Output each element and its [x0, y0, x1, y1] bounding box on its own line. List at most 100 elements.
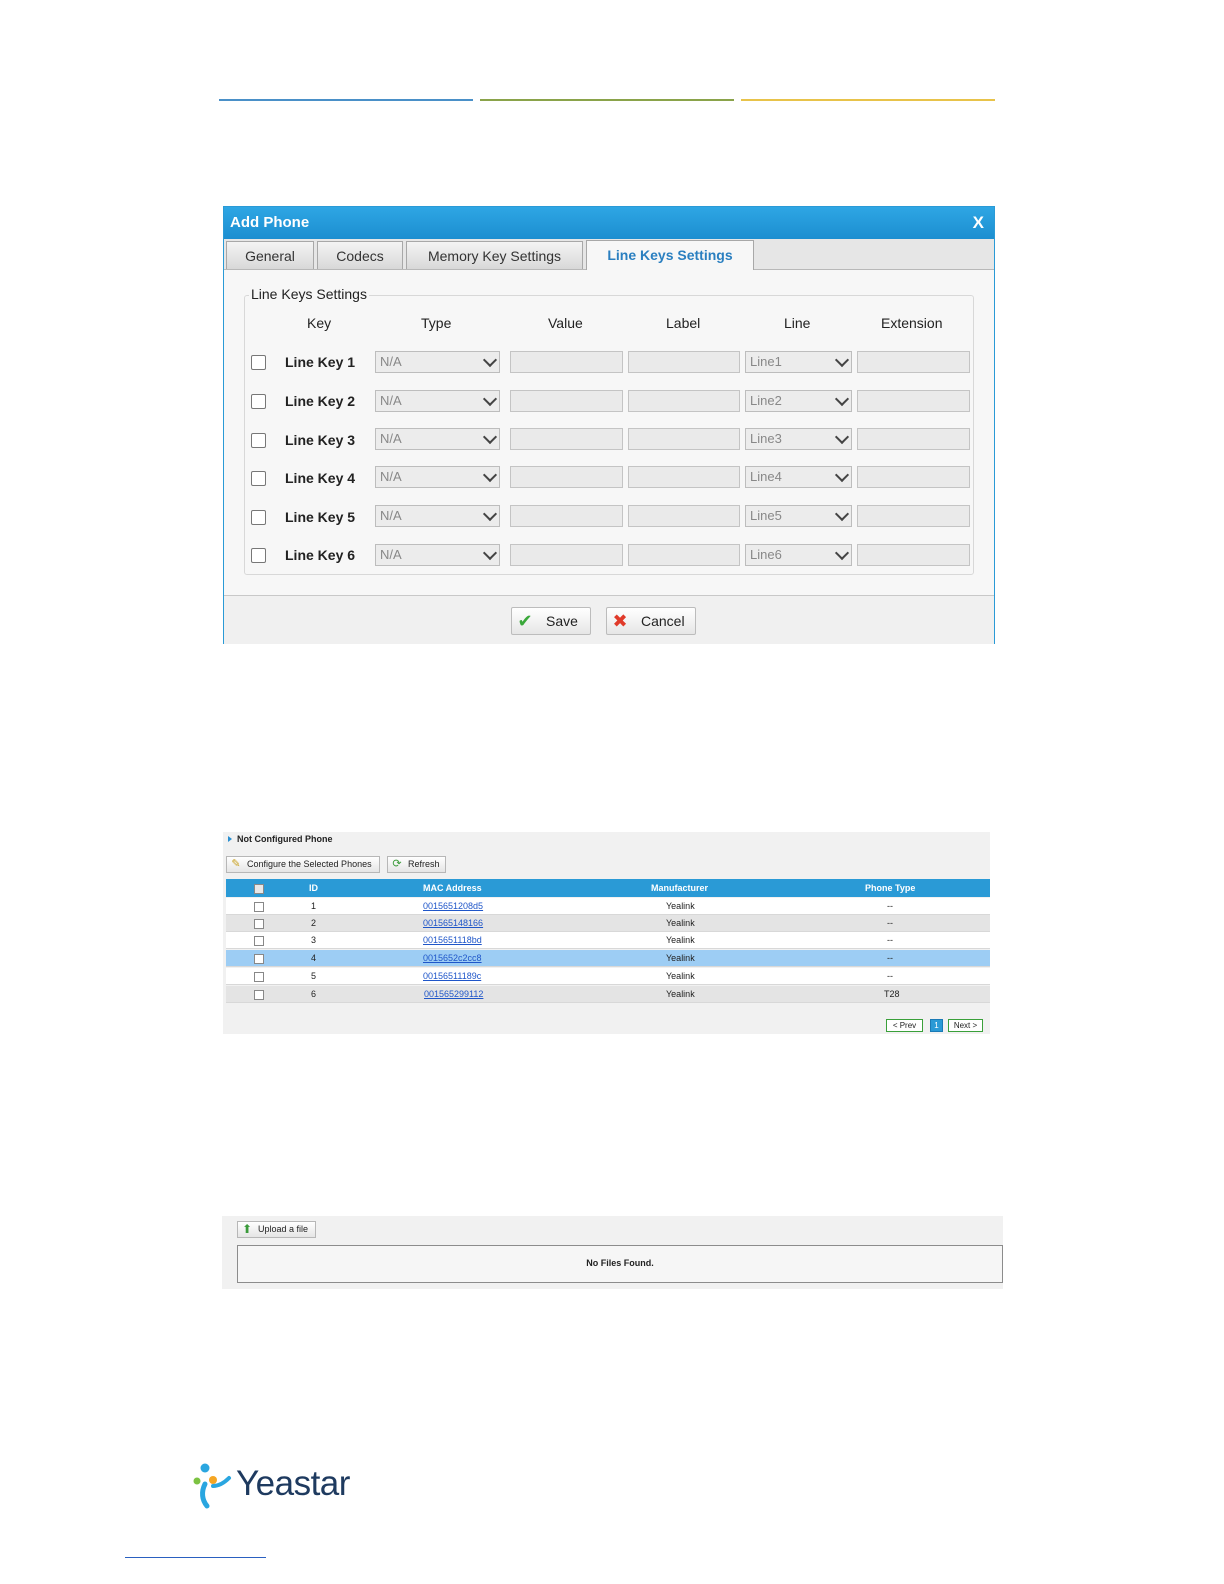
chevron-down-icon — [834, 429, 850, 445]
line-key-6-line-select[interactable]: Line6 — [745, 544, 852, 566]
line-key-4-extension-input[interactable] — [857, 466, 970, 488]
row-checkbox[interactable] — [254, 954, 264, 964]
line-key-1-line-select[interactable]: Line1 — [745, 351, 852, 373]
save-button[interactable]: ✔ Save — [511, 607, 591, 635]
line-key-3-type-select[interactable]: N/A — [375, 428, 500, 450]
expand-arrow-icon[interactable] — [228, 836, 232, 842]
line-key-2-line-select[interactable]: Line2 — [745, 390, 852, 412]
line-key-5-type-select[interactable]: N/A — [375, 505, 500, 527]
cell-mac-link[interactable]: 0015651208d5 — [423, 901, 483, 911]
header-rule-green — [480, 99, 734, 101]
cell-phone-type: -- — [887, 918, 893, 928]
tab-codecs[interactable]: Codecs — [317, 241, 403, 269]
tab-general[interactable]: General — [226, 241, 314, 269]
close-icon[interactable]: X — [973, 207, 984, 239]
row-checkbox[interactable] — [254, 919, 264, 929]
line-key-5-value-input[interactable] — [510, 505, 623, 527]
cell-manufacturer: Yealink — [666, 935, 695, 945]
line-key-4-checkbox[interactable] — [251, 471, 266, 486]
table-row-selected[interactable]: 4 0015652c2cc8 Yealink -- — [226, 950, 990, 967]
line-key-3-extension-input[interactable] — [857, 428, 970, 450]
line-select-value: Line2 — [750, 393, 782, 408]
cell-mac-link[interactable]: 00156511189c — [423, 971, 481, 981]
line-key-1-label-input[interactable] — [628, 351, 740, 373]
table-row[interactable]: 6 001565299112 Yealink T28 — [226, 986, 990, 1003]
line-key-1-type-select[interactable]: N/A — [375, 351, 500, 373]
line-key-1-checkbox[interactable] — [251, 355, 266, 370]
cancel-button[interactable]: ✖ Cancel — [606, 607, 696, 635]
line-key-5-checkbox[interactable] — [251, 510, 266, 525]
line-key-3-label-input[interactable] — [628, 428, 740, 450]
header-rule-yellow — [741, 99, 995, 101]
row-checkbox[interactable] — [254, 902, 264, 912]
line-key-2-type-select[interactable]: N/A — [375, 390, 500, 412]
line-key-6-extension-input[interactable] — [857, 544, 970, 566]
line-key-6-type-select[interactable]: N/A — [375, 544, 500, 566]
line-key-6-checkbox[interactable] — [251, 548, 266, 563]
table-row[interactable]: 1 0015651208d5 Yealink -- — [226, 898, 990, 915]
tab-line-keys-settings[interactable]: Line Keys Settings — [586, 240, 754, 270]
line-select-value: Line3 — [750, 431, 782, 446]
next-page-button[interactable]: Next > — [948, 1019, 983, 1032]
line-key-3-checkbox[interactable] — [251, 433, 266, 448]
table-row[interactable]: 2 001565148166 Yealink -- — [226, 915, 990, 932]
line-key-2-value-input[interactable] — [510, 390, 623, 412]
chevron-down-icon — [482, 352, 498, 368]
table-row[interactable]: 5 00156511189c Yealink -- — [226, 968, 990, 985]
type-select-value: N/A — [380, 393, 402, 408]
refresh-label: Refresh — [408, 859, 440, 869]
tab-memory-key-settings[interactable]: Memory Key Settings — [406, 241, 583, 269]
chevron-down-icon — [834, 467, 850, 483]
column-header-label: Label — [666, 315, 701, 331]
chevron-down-icon — [482, 391, 498, 407]
row-checkbox[interactable] — [254, 936, 264, 946]
column-header-type: Type — [421, 315, 452, 331]
cell-mac-link[interactable]: 001565299112 — [424, 989, 483, 999]
pencil-icon: ✎ — [231, 858, 241, 870]
line-key-2-extension-input[interactable] — [857, 390, 970, 412]
save-label: Save — [546, 613, 578, 629]
line-key-5-line-select[interactable]: Line5 — [745, 505, 852, 527]
line-key-3-value-input[interactable] — [510, 428, 623, 450]
chevron-down-icon — [834, 352, 850, 368]
line-key-6-label-input[interactable] — [628, 544, 740, 566]
line-key-4-line-select[interactable]: Line4 — [745, 466, 852, 488]
line-key-6-value-input[interactable] — [510, 544, 623, 566]
footer-rule — [125, 1557, 266, 1558]
column-header-manufacturer: Manufacturer — [651, 883, 709, 893]
line-key-4-label-input[interactable] — [628, 466, 740, 488]
line-key-4-type-select[interactable]: N/A — [375, 466, 500, 488]
panel-title: Not Configured Phone — [237, 834, 333, 844]
page-1-button[interactable]: 1 — [930, 1019, 943, 1032]
line-key-2-checkbox[interactable] — [251, 394, 266, 409]
column-header-key: Key — [307, 315, 332, 331]
line-key-1-value-input[interactable] — [510, 351, 623, 373]
line-select-value: Line1 — [750, 354, 782, 369]
line-key-5-label-input[interactable] — [628, 505, 740, 527]
prev-page-button[interactable]: < Prev — [886, 1019, 923, 1032]
yeastar-logo-text: Yeastar — [236, 1464, 350, 1503]
line-key-2-label-input[interactable] — [628, 390, 740, 412]
chevron-down-icon — [834, 391, 850, 407]
cell-mac-link[interactable]: 001565148166 — [423, 918, 483, 928]
column-header-value: Value — [548, 315, 583, 331]
files-list-box: No Files Found. — [237, 1245, 1003, 1283]
cell-id: 1 — [311, 901, 317, 911]
cell-mac-link[interactable]: 0015651118bd — [423, 935, 482, 945]
upload-file-button[interactable]: ⬆ Upload a file — [237, 1221, 316, 1238]
line-key-3-line-select[interactable]: Line3 — [745, 428, 852, 450]
line-select-value: Line6 — [750, 547, 782, 562]
row-checkbox[interactable] — [254, 972, 264, 982]
select-all-checkbox[interactable] — [254, 884, 264, 894]
table-row[interactable]: 3 0015651118bd Yealink -- — [226, 932, 990, 949]
cancel-label: Cancel — [641, 613, 685, 629]
refresh-button[interactable]: ⟳ Refresh — [387, 856, 446, 873]
line-key-5-extension-input[interactable] — [857, 505, 970, 527]
line-key-4-value-input[interactable] — [510, 466, 623, 488]
cell-mac-link[interactable]: 0015652c2cc8 — [423, 953, 482, 963]
line-select-value: Line5 — [750, 508, 782, 523]
row-checkbox[interactable] — [254, 990, 264, 1000]
line-key-1-extension-input[interactable] — [857, 351, 970, 373]
chevron-down-icon — [482, 467, 498, 483]
configure-selected-phones-button[interactable]: ✎ Configure the Selected Phones — [226, 856, 380, 873]
